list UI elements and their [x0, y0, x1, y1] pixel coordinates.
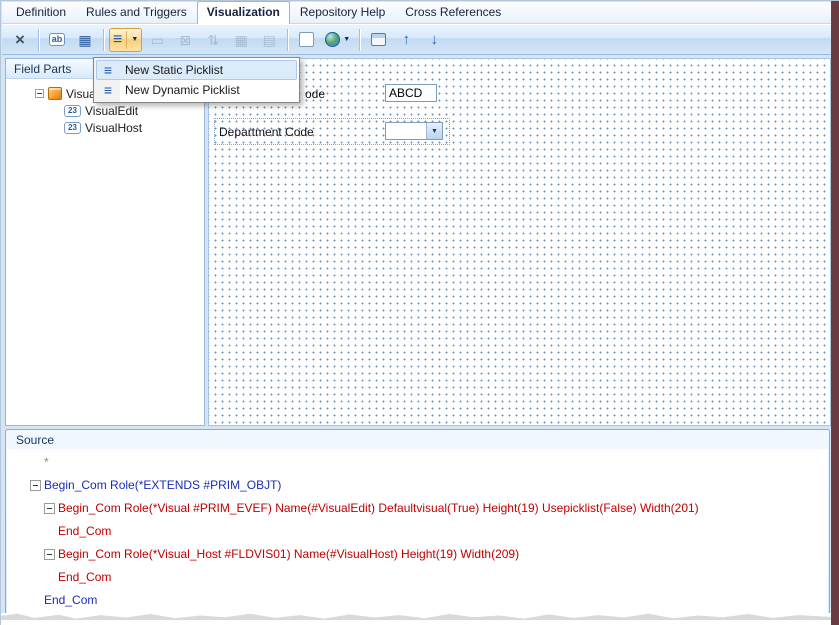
picklist-icon: ≡ — [113, 32, 122, 48]
move-down-button[interactable]: ↓ — [421, 28, 447, 52]
blank-form-icon — [299, 32, 314, 47]
field-visualization-icon: 23 — [64, 122, 81, 134]
collapse-toggle-icon[interactable] — [44, 549, 55, 560]
up-arrow-icon: ↑ — [402, 32, 410, 47]
tree-item-label: VisualEdit — [85, 104, 138, 118]
collapse-toggle-icon[interactable] — [30, 480, 41, 491]
down-arrow-icon: ↓ — [430, 32, 438, 47]
delete-icon: × — [15, 31, 25, 48]
combo-dropdown-icon[interactable]: ▼ — [426, 123, 442, 139]
source-header: Source — [6, 430, 829, 449]
picklist-icon: ≡ — [99, 62, 117, 78]
tab-definition[interactable]: Definition — [6, 1, 76, 23]
check-box-icon: ⊠ — [179, 33, 191, 47]
window-edge-strip — [831, 1, 839, 625]
menu-item-label: New Static Picklist — [125, 63, 223, 77]
field-parts-title: Field Parts — [14, 62, 71, 76]
calendar-icon: ▦ — [235, 33, 248, 47]
source-line: Begin_Com Role(*Visual_Host #FLDVIS01) N… — [7, 543, 828, 566]
source-line-text: Begin_Com Role(*Visual_Host #FLDVIS01) N… — [58, 547, 519, 561]
form-label-partial: ode — [305, 87, 325, 101]
source-line: End_Com — [7, 520, 828, 543]
field-grid-button[interactable]: ▦ — [72, 28, 98, 52]
visual-edit-icon: ▭ — [151, 33, 164, 47]
preview-window-button[interactable] — [365, 28, 391, 52]
source-line-text: End_Com — [58, 570, 111, 584]
spin-edit-icon: ⇅ — [207, 33, 219, 47]
calendar-button[interactable]: ▦ — [228, 28, 254, 52]
dropdown-arrow-icon[interactable]: ▼ — [343, 36, 350, 43]
source-code-editor[interactable]: * Begin_Com Role(*EXTENDS #PRIM_OBJT) Begi… — [7, 449, 828, 617]
toolbar-separator — [287, 29, 288, 51]
field-parts-panel: Field Parts Visualizat 23VisualEdit23Vis… — [5, 58, 205, 426]
picklist-icon: ≡ — [99, 82, 117, 98]
web-visualization-button[interactable]: ▼ — [321, 28, 354, 52]
field-grid-icon: ▦ — [78, 33, 91, 47]
source-line-text: * — [44, 455, 49, 469]
collapse-toggle-icon[interactable] — [35, 89, 44, 98]
tree-item-visualhost[interactable]: 23 VisualHost — [8, 119, 202, 136]
toolbar-separator — [38, 29, 39, 51]
picklist-dropdown-menu: ≡ New Static Picklist ≡ New Dynamic Picklis… — [93, 57, 300, 103]
form-designer-canvas[interactable]: ode Department Code ▼ — [208, 58, 831, 426]
toolbar: ×ab▦≡▼▭⊠⇅▦▤▼↑↓ — [2, 24, 831, 55]
source-line: End_Com — [7, 566, 828, 589]
clipboard-button[interactable]: ▤ — [256, 28, 282, 52]
department-code-combobox[interactable]: ▼ — [385, 122, 443, 140]
tree-item-visualedit[interactable]: 23 VisualEdit — [8, 102, 202, 119]
new-visualization-button[interactable] — [293, 28, 319, 52]
tab-visualization[interactable]: Visualization — [197, 1, 290, 24]
check-box-button[interactable]: ⊠ — [172, 28, 198, 52]
dropdown-arrow-icon[interactable]: ▼ — [126, 31, 138, 49]
department-code-label: Department Code — [219, 125, 314, 139]
field-display-button[interactable]: ab — [44, 28, 70, 52]
source-line-text: Begin_Com Role(*Visual #PRIM_EVEF) Name(… — [58, 501, 699, 515]
move-up-button[interactable]: ↑ — [393, 28, 419, 52]
tab-cross-references[interactable]: Cross References — [395, 1, 511, 23]
menu-item-label: New Dynamic Picklist — [125, 83, 240, 97]
field-visualization-icon: 23 — [64, 105, 81, 117]
source-line: Begin_Com Role(*EXTENDS #PRIM_OBJT) — [7, 474, 828, 497]
spin-edit-button[interactable]: ⇅ — [200, 28, 226, 52]
torn-edge — [1, 613, 831, 625]
tab-rules-and-triggers[interactable]: Rules and Triggers — [76, 1, 197, 23]
tree-item-label: VisualHost — [85, 121, 142, 135]
source-title: Source — [16, 433, 54, 447]
collapse-toggle-icon[interactable] — [44, 503, 55, 514]
field-display-icon: ab — [49, 33, 66, 46]
clipboard-icon: ▤ — [263, 33, 276, 47]
source-line: * — [7, 451, 828, 474]
source-line-text: End_Com — [58, 524, 111, 538]
toolbar-separator — [359, 29, 360, 51]
source-line: End_Com — [7, 589, 828, 612]
tab-bar: DefinitionRules and TriggersVisualizatio… — [2, 2, 831, 24]
component-icon — [48, 87, 62, 100]
tree-children: 23 VisualEdit 23 VisualHost — [8, 102, 202, 136]
delete-button[interactable]: × — [7, 28, 33, 52]
application-window: DefinitionRules and TriggersVisualizatio… — [0, 0, 839, 625]
window-icon — [371, 33, 386, 46]
globe-icon — [325, 32, 340, 47]
source-line: Begin_Com Role(*Visual #PRIM_EVEF) Name(… — [7, 497, 828, 520]
visual-edit-button[interactable]: ▭ — [144, 28, 170, 52]
source-panel: Source * Begin_Com Role(*EXTENDS #PRIM_OB… — [5, 429, 830, 619]
toolbar-separator — [103, 29, 104, 51]
menu-item-new-static-picklist[interactable]: ≡ New Static Picklist — [96, 60, 297, 80]
source-line-text: Begin_Com Role(*EXTENDS #PRIM_OBJT) — [44, 478, 281, 492]
new-picklist-button[interactable]: ≡▼ — [109, 28, 142, 52]
tab-repository-help[interactable]: Repository Help — [290, 1, 395, 23]
code-textbox[interactable] — [385, 84, 437, 102]
menu-item-new-dynamic-picklist[interactable]: ≡ New Dynamic Picklist — [96, 80, 297, 100]
source-line-text: End_Com — [44, 593, 97, 607]
